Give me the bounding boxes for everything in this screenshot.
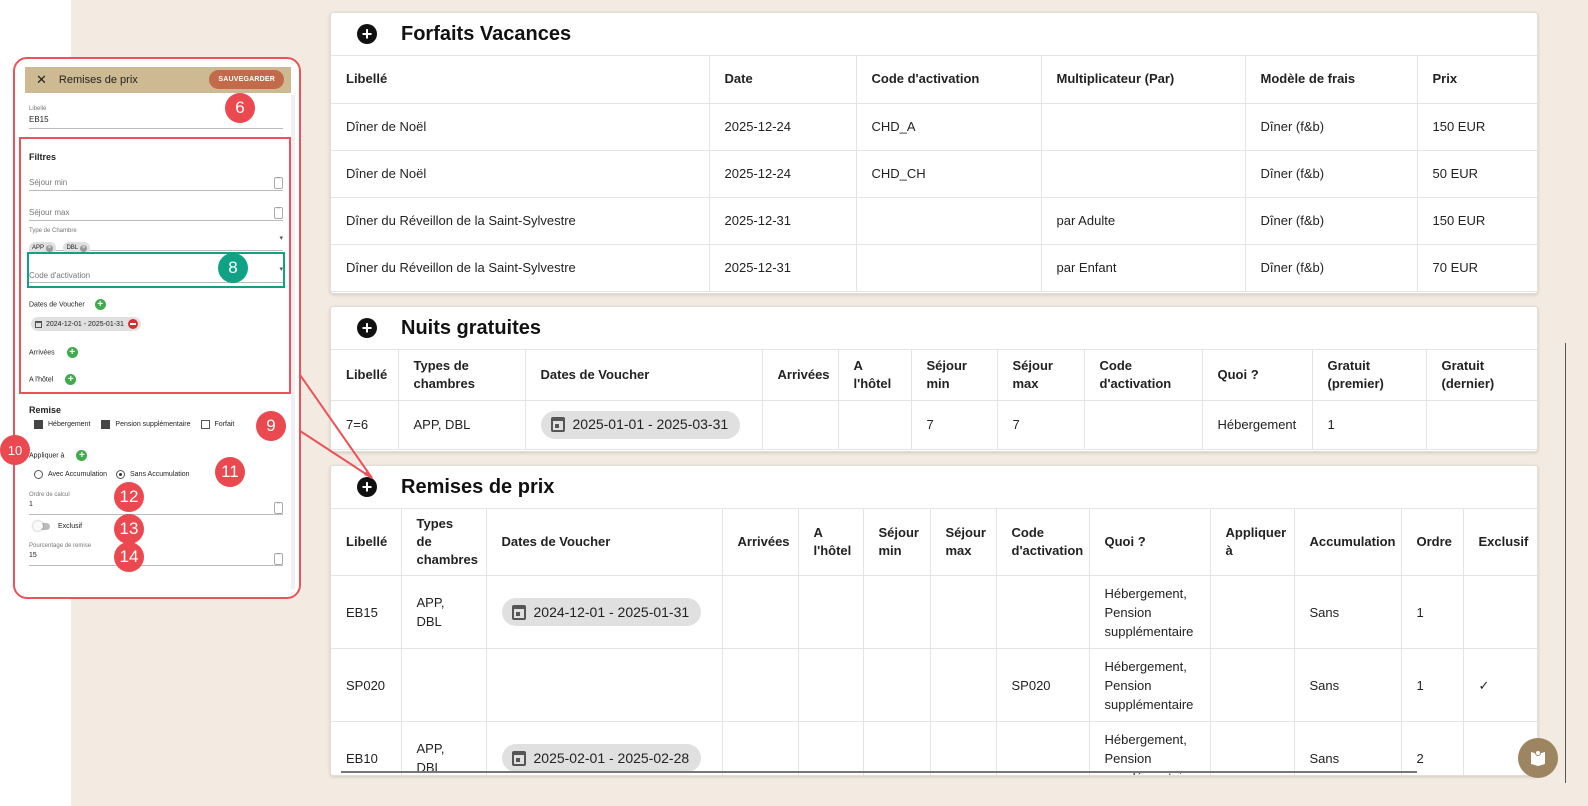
annotation-badge-12: 12 — [114, 482, 144, 512]
panel-header: ✕ Remises de prix SAUVEGARDER — [25, 67, 291, 93]
close-icon[interactable]: ✕ — [36, 72, 47, 88]
add-appliquer-icon[interactable]: + — [76, 450, 88, 461]
ordre-spinner[interactable]: ⌃ — [274, 502, 283, 514]
sejour-max-field[interactable]: Séjour max ⌃ — [29, 202, 283, 221]
annotation-badge-11: 11 — [215, 457, 245, 487]
type-chambre-select[interactable]: APP × DBL × ▾ — [29, 234, 283, 254]
accumulation-options: Avec Accumulation Sans Accumulation — [34, 470, 190, 479]
libelle-value: EB15 — [29, 115, 49, 124]
help-button[interactable] — [1518, 738, 1558, 778]
panel-title: Remises de prix — [58, 74, 138, 86]
appliquer-row: Appliquer à + — [29, 450, 88, 461]
arrivees-label: Arrivées — [29, 349, 55, 357]
ordre-value: 1 — [29, 501, 33, 508]
type-chip-app-label: APP — [32, 245, 45, 251]
hebergement-label: Hébergement — [48, 421, 91, 428]
ordre-field[interactable]: 1 ⌃ — [29, 501, 283, 515]
dates-voucher-row: Dates de Voucher + — [29, 299, 106, 310]
sejour-max-spinner[interactable]: ⌃ — [274, 207, 283, 219]
pourcentage-value: 15 — [29, 552, 37, 559]
remove-date-icon[interactable] — [127, 319, 138, 329]
a-lhotel-row: A l'hôtel + — [29, 374, 77, 385]
dates-voucher-chip[interactable]: 2024-12-01 - 2025-01-31 — [31, 317, 141, 331]
remove-chip-icon[interactable]: × — [80, 244, 88, 252]
add-arrivee-icon[interactable]: + — [66, 347, 78, 358]
appliquer-label: Appliquer à — [29, 452, 65, 460]
pension-label: Pension supplémentaire — [115, 421, 191, 428]
forfait-checkbox[interactable] — [200, 420, 210, 429]
book-icon — [1531, 750, 1545, 766]
pension-checkbox[interactable] — [101, 420, 111, 429]
forfait-label: Forfait — [214, 421, 235, 428]
sejour-min-field[interactable]: Séjour min ⌃ — [29, 172, 283, 191]
remove-chip-icon[interactable]: × — [46, 244, 54, 252]
sejour-min-label: Séjour min — [29, 178, 68, 187]
pourcentage-spinner[interactable]: ⌃ — [274, 553, 283, 565]
annotation-badge-10: 10 — [0, 435, 30, 465]
pourcentage-label: Pourcentage de remise — [29, 543, 92, 549]
chevron-down-icon[interactable]: ▾ — [279, 265, 283, 273]
add-date-icon[interactable]: + — [94, 299, 106, 310]
type-chip-dbl-label: DBL — [66, 245, 79, 251]
exclusif-label: Exclusif — [58, 523, 83, 530]
dates-voucher-label: Dates de Voucher — [29, 301, 85, 309]
panel-scrollbar[interactable] — [291, 95, 295, 589]
calendar-icon — [35, 320, 42, 328]
save-button[interactable]: SAUVEGARDER — [209, 70, 284, 89]
annotation-badge-6: 6 — [225, 93, 255, 123]
annotation-badge-14: 14 — [114, 542, 144, 572]
sans-accumulation-radio[interactable] — [116, 470, 126, 479]
ordre-label: Ordre de calcul — [29, 492, 70, 498]
remise-heading: Remise — [29, 405, 62, 415]
chevron-down-icon[interactable]: ▾ — [279, 234, 283, 242]
type-chambre-label: Type de Chambre — [29, 228, 77, 234]
code-activation-label: Code d'activation — [29, 271, 91, 280]
sejour-max-label: Séjour max — [29, 208, 70, 217]
pourcentage-field[interactable]: 15 ⌃ — [29, 552, 283, 566]
libelle-label: Libellé — [29, 106, 47, 112]
dates-voucher-chip-label: 2024-12-01 - 2025-01-31 — [46, 320, 124, 328]
remise-edit-panel: ✕ Remises de prix SAUVEGARDER Libellé EB… — [13, 57, 301, 599]
add-a-lhotel-icon[interactable]: + — [65, 374, 77, 385]
a-lhotel-label: A l'hôtel — [29, 376, 54, 384]
filtres-heading: Filtres — [29, 152, 57, 162]
remise-options: Hébergement Pension supplémentaire Forfa… — [34, 420, 234, 429]
arrivees-row: Arrivées + — [29, 347, 78, 358]
avec-accumulation-label: Avec Accumulation — [48, 471, 108, 478]
annotation-badge-9: 9 — [256, 411, 286, 441]
sans-accumulation-label: Sans Accumulation — [130, 471, 190, 478]
annotation-badge-13: 13 — [114, 514, 144, 544]
sejour-min-spinner[interactable]: ⌃ — [274, 177, 283, 189]
exclusif-toggle[interactable] — [33, 521, 50, 531]
annotation-badge-8: 8 — [218, 253, 248, 283]
hebergement-checkbox[interactable] — [34, 420, 43, 429]
avec-accumulation-radio[interactable] — [34, 470, 43, 479]
exclusif-row: Exclusif — [33, 521, 83, 531]
